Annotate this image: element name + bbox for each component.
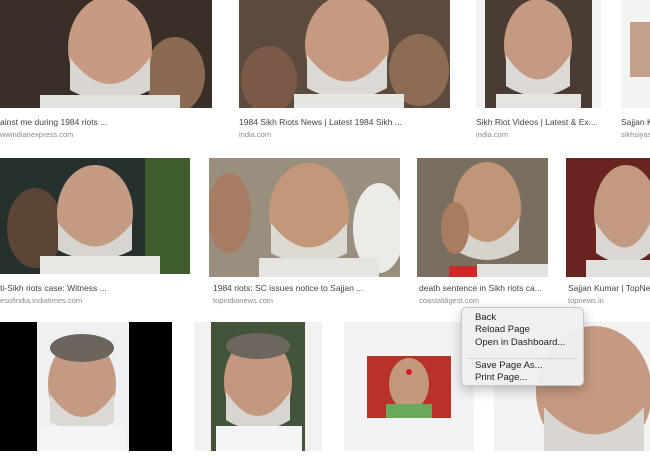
result-thumbnail[interactable] (0, 158, 190, 274)
menu-separator (468, 358, 577, 359)
result-source[interactable]: wwindianexpress.com (0, 130, 212, 140)
image-result[interactable]: Sikh Riot Videos | Latest & Ex... india.… (476, 0, 601, 140)
image-result[interactable]: death sentence in Sikh riots ca... coast… (417, 158, 548, 305)
result-thumbnail[interactable] (621, 0, 650, 108)
result-thumbnail[interactable] (209, 158, 400, 277)
image-result[interactable]: ti-Sikh riots case: Witness ... esofindi… (0, 158, 190, 305)
image-result[interactable]: Sajjan Kumar | TopNe topnews.in (566, 158, 650, 305)
image-result[interactable] (344, 322, 474, 459)
result-thumbnail[interactable] (0, 322, 172, 451)
result-thumbnail[interactable] (0, 0, 212, 108)
menu-item-open-in-dashboard[interactable]: Open in Dashboard... (475, 337, 565, 349)
menu-item-reload-page[interactable]: Reload Page (475, 324, 530, 336)
context-menu: Back Reload Page Open in Dashboard... Sa… (461, 307, 584, 386)
result-thumbnail[interactable] (566, 158, 650, 277)
result-source[interactable]: esofindia.indiatimes.com (0, 296, 190, 306)
result-caption[interactable]: Sajjan K (621, 117, 650, 128)
result-thumbnail[interactable] (344, 322, 474, 451)
result-source[interactable]: topindianews.com (213, 296, 400, 306)
result-caption[interactable]: 1984 Sikh Riots News | Latest 1984 Sikh … (239, 117, 451, 128)
menu-item-print-page[interactable]: Print Page... (475, 372, 527, 384)
result-caption[interactable]: Sajjan Kumar | TopNe (568, 283, 650, 294)
menu-item-save-page-as[interactable]: Save Page As... (475, 360, 543, 372)
result-source[interactable]: sikhsiyasat (621, 130, 650, 140)
result-thumbnail[interactable] (194, 322, 322, 451)
image-result[interactable]: ainst me during 1984 riots ... wwindiane… (0, 0, 212, 140)
image-result[interactable] (194, 322, 322, 459)
image-result[interactable]: 1984 riots: SC issues notice to Sajjan .… (209, 158, 400, 305)
result-source[interactable]: india.com (239, 130, 451, 140)
result-thumbnail[interactable] (417, 158, 548, 277)
result-source[interactable]: coastaldigest.com (419, 296, 548, 306)
result-thumbnail[interactable] (239, 0, 450, 108)
result-source[interactable]: india.com (476, 130, 601, 140)
image-result[interactable]: 1984 Sikh Riots News | Latest 1984 Sikh … (239, 0, 451, 140)
image-result[interactable]: Sajjan K sikhsiyasat (621, 0, 650, 140)
result-source[interactable]: topnews.in (568, 296, 650, 306)
menu-item-back[interactable]: Back (475, 312, 496, 324)
result-caption[interactable]: 1984 riots: SC issues notice to Sajjan .… (213, 283, 400, 294)
image-result[interactable] (0, 322, 172, 459)
result-caption[interactable]: ti-Sikh riots case: Witness ... (0, 283, 190, 294)
result-thumbnail[interactable] (476, 0, 601, 108)
result-caption[interactable]: death sentence in Sikh riots ca... (419, 283, 548, 294)
result-caption[interactable]: Sikh Riot Videos | Latest & Ex... (476, 117, 601, 128)
result-caption[interactable]: ainst me during 1984 riots ... (0, 117, 212, 128)
